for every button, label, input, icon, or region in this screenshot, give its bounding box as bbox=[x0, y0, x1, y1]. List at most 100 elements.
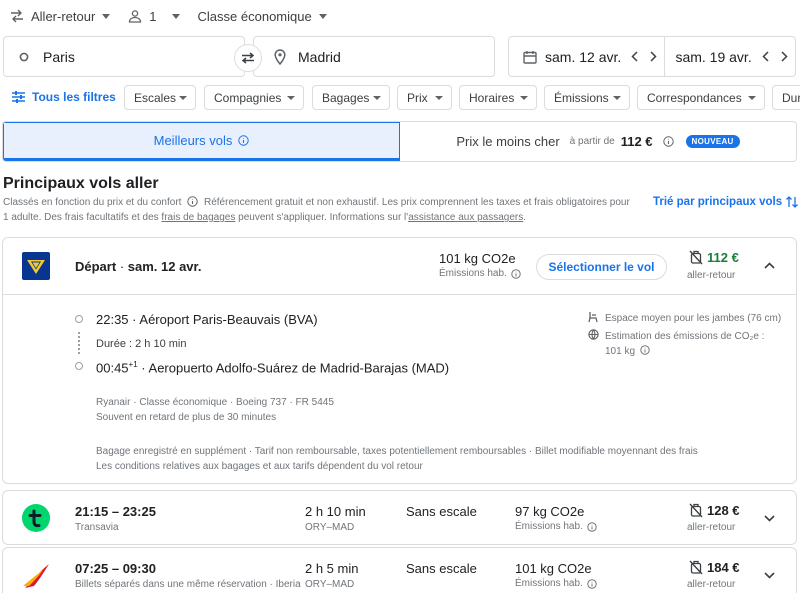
caret-down-icon bbox=[435, 96, 443, 100]
info-icon[interactable] bbox=[511, 268, 521, 279]
iberia-logo bbox=[21, 562, 51, 590]
flight-card[interactable]: 21:15 – 23:25 Transavia 2 h 10 min ORY–M… bbox=[2, 490, 797, 545]
filter-chip-airlines[interactable]: Compagnies bbox=[204, 85, 304, 110]
chevron-down-icon[interactable] bbox=[764, 515, 775, 522]
passengers-select[interactable]: 1 bbox=[128, 8, 180, 24]
origin-value: Paris bbox=[43, 48, 75, 65]
chevron-left-icon[interactable] bbox=[762, 51, 769, 62]
co2-subtitle: Émissions hab. bbox=[515, 578, 597, 589]
legroom-amenity: Espace moyen pour les jambes (76 cm) bbox=[588, 311, 781, 326]
departure-airport: Aéroport Paris-Beauvais (BVA) bbox=[139, 312, 318, 327]
chevron-left-icon[interactable] bbox=[631, 51, 638, 62]
info-icon[interactable] bbox=[238, 135, 250, 146]
co2-sub-label: Émissions hab. bbox=[515, 578, 583, 589]
filter-chip-bags[interactable]: Bagages bbox=[312, 85, 390, 110]
caret-down-icon bbox=[179, 96, 187, 100]
price-block: 112 € bbox=[689, 250, 739, 265]
baggage-info: Bagage enregistré en supplément · Tarif … bbox=[96, 446, 698, 457]
flight-card-header[interactable]: Départ · sam. 12 avr. 101 kg CO2e Émissi… bbox=[3, 238, 796, 295]
flight-times: 07:25 – 09:30 bbox=[75, 561, 156, 576]
trip-options-bar: Aller-retour 1 Classe économique bbox=[10, 6, 345, 26]
dates-field: sam. 12 avr. sam. 19 avr. bbox=[508, 36, 796, 77]
all-filters-button[interactable]: Tous les filtres bbox=[12, 90, 116, 104]
chevron-up-icon[interactable] bbox=[764, 262, 775, 269]
caret-down-icon bbox=[318, 13, 327, 19]
section-title: Principaux vols aller bbox=[3, 175, 159, 192]
flight-duration: 2 h 10 min bbox=[305, 504, 366, 519]
info-icon[interactable] bbox=[587, 578, 597, 589]
select-flight-button[interactable]: Sélectionner le vol bbox=[536, 254, 667, 280]
filter-chip-stops[interactable]: Escales bbox=[124, 85, 196, 110]
chip-label: Compagnies bbox=[214, 90, 282, 105]
destination-field[interactable]: Madrid bbox=[253, 36, 495, 77]
filters-bar: Tous les filtres Escales Compagnies Baga… bbox=[0, 85, 800, 110]
chevron-right-icon[interactable] bbox=[650, 51, 657, 62]
info-icon[interactable] bbox=[187, 196, 198, 207]
flight-price: 112 € bbox=[707, 250, 739, 265]
flight-card[interactable]: 07:25 – 09:30 Billets séparés dans une m… bbox=[2, 547, 797, 593]
no-bag-icon bbox=[689, 560, 703, 575]
tab-best-flights[interactable]: Meilleurs vols bbox=[3, 122, 400, 161]
sort-by-label: Trié par principaux vols bbox=[653, 196, 783, 208]
new-badge: NOUVEAU bbox=[685, 135, 740, 148]
caret-down-icon bbox=[102, 13, 111, 19]
period: . bbox=[523, 212, 527, 223]
price-block: 128 € bbox=[689, 503, 740, 518]
info-icon[interactable] bbox=[587, 521, 597, 532]
filter-chip-connections[interactable]: Correspondances bbox=[637, 85, 765, 110]
cabin-class-select[interactable]: Classe économique bbox=[198, 9, 327, 24]
caret-down-icon bbox=[373, 96, 381, 100]
flight-info: Ryanair · Classe économique · Boeing 737… bbox=[96, 395, 334, 425]
depart-date-value: sam. 12 avr. bbox=[545, 48, 622, 65]
emissions-estimate-label: Estimation des émissions de CO₂e : bbox=[605, 331, 765, 342]
from-label: à partir de bbox=[569, 136, 615, 147]
section-description: Classés en fonction du prix et du confor… bbox=[3, 195, 643, 225]
transavia-logo bbox=[22, 504, 50, 532]
flight-route: ORY–MAD bbox=[305, 522, 355, 533]
flight-duration: Durée : 2 h 10 min bbox=[96, 338, 187, 350]
filter-chip-times[interactable]: Horaires bbox=[459, 85, 537, 110]
location-pin-icon bbox=[274, 48, 286, 65]
filter-chip-emissions[interactable]: Émissions bbox=[544, 85, 630, 110]
baggage-fees-link[interactable]: frais de bagages bbox=[161, 212, 235, 223]
flight-stops: Sans escale bbox=[406, 504, 477, 519]
emissions-amenity: Estimation des émissions de CO₂e : 101 k… bbox=[588, 329, 765, 359]
origin-field[interactable]: Paris bbox=[3, 36, 245, 77]
seat-icon bbox=[588, 311, 599, 326]
swap-locations-button[interactable] bbox=[234, 44, 262, 72]
all-filters-label: Tous les filtres bbox=[32, 90, 116, 104]
filter-chip-duration[interactable]: Dur bbox=[772, 85, 800, 110]
return-date-picker[interactable]: sam. 19 avr. bbox=[665, 37, 795, 76]
disclaimer-text: Référencement gratuit et non exhaustif. … bbox=[204, 197, 630, 208]
arrival-dot bbox=[75, 362, 83, 370]
flight-times: 21:15 – 23:25 bbox=[75, 504, 156, 519]
depart-date-picker[interactable]: sam. 12 avr. bbox=[509, 37, 666, 76]
co2-value: 101 kg CO2e bbox=[439, 251, 516, 266]
chip-label: Émissions bbox=[554, 90, 609, 105]
origin-circle-icon bbox=[19, 52, 29, 62]
sort-by-button[interactable]: Trié par principaux vols bbox=[653, 196, 799, 208]
trip-type-select[interactable]: Aller-retour bbox=[10, 9, 111, 24]
chevron-right-icon[interactable] bbox=[781, 51, 788, 62]
return-date-value: sam. 19 avr. bbox=[675, 48, 752, 65]
info-icon[interactable] bbox=[640, 345, 650, 355]
arrival-airport: Aeropuerto Adolfo-Suárez de Madrid-Baraj… bbox=[148, 360, 450, 376]
filter-chip-price[interactable]: Prix bbox=[397, 85, 452, 110]
emissions-text: Estimation des émissions de CO₂e : 101 k… bbox=[605, 329, 765, 359]
flight-route: ORY–MAD bbox=[305, 579, 355, 590]
delay-info: Souvent en retard de plus de 30 minutes bbox=[96, 412, 277, 423]
co2-sub-label: Émissions hab. bbox=[515, 521, 583, 532]
chevron-down-icon[interactable] bbox=[764, 572, 775, 579]
tab-cheapest[interactable]: Prix le moins cher à partir de 112 € NOU… bbox=[400, 122, 796, 161]
chip-label: Correspondances bbox=[647, 90, 742, 105]
info-icon[interactable] bbox=[662, 136, 674, 147]
emissions-estimate-value: 101 kg bbox=[605, 346, 636, 357]
passengers-count: 1 bbox=[149, 8, 157, 24]
fare-info: Bagage enregistré en supplément · Tarif … bbox=[96, 444, 698, 474]
flight-card-expanded[interactable]: Départ · sam. 12 avr. 101 kg CO2e Émissi… bbox=[2, 237, 797, 484]
legroom-text: Espace moyen pour les jambes (76 cm) bbox=[605, 313, 782, 324]
passenger-assistance-link[interactable]: assistance aux passagers bbox=[408, 212, 523, 223]
depart-label: Départ bbox=[75, 259, 117, 274]
arrival-time: 00:45 bbox=[96, 360, 129, 376]
price-subtitle: aller-retour bbox=[687, 522, 736, 533]
